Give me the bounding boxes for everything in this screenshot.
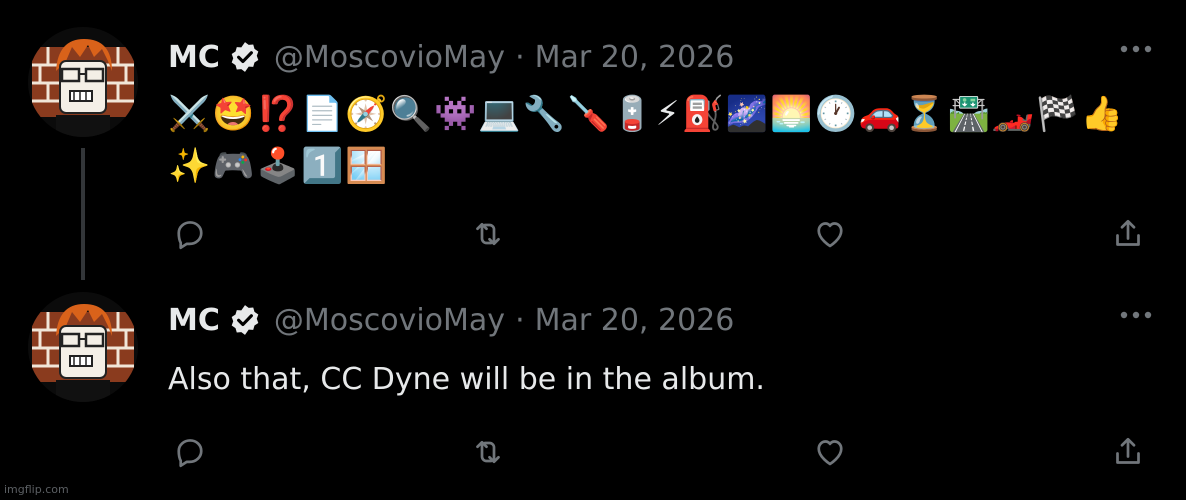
reply-button[interactable] (168, 430, 212, 474)
more-options-button[interactable] (1116, 34, 1156, 64)
display-name[interactable]: MC (168, 303, 220, 338)
tweet-date[interactable]: Mar 20, 2026 (535, 303, 735, 338)
tweet-header: MC @MoscovioMay · Mar 20, 2026 (168, 35, 734, 79)
tweet-actions (168, 212, 1158, 256)
retweet-button[interactable] (466, 212, 510, 256)
share-icon (1116, 437, 1140, 464)
retweet-icon (476, 222, 500, 246)
like-icon (817, 440, 843, 466)
avatar[interactable] (28, 292, 138, 402)
retweet-icon (476, 440, 500, 464)
watermark: imgflip.com (4, 483, 69, 496)
avatar[interactable] (28, 27, 138, 137)
tweet-text: ⚔️🤩⁉️📄🧭🔍👾💻🔧🪛🪫⚡⛽🌌🌅🕐🚗⏳🛣️🏎️🏁👍✨🎮🕹️1️⃣🪟 (168, 94, 1125, 186)
share-button[interactable] (1106, 430, 1150, 474)
verified-badge-icon (231, 42, 259, 72)
verified-badge-icon (231, 305, 259, 335)
like-button[interactable] (808, 212, 852, 256)
reply-icon (177, 439, 203, 468)
tweet[interactable]: MC @MoscovioMay · Mar 20, 2026 ⚔️🤩⁉️📄🧭🔍👾… (0, 0, 1186, 280)
separator-dot: · (515, 39, 525, 75)
thread-line (81, 148, 85, 280)
reply-icon (177, 221, 203, 250)
more-icon (1120, 311, 1152, 319)
like-icon (817, 222, 843, 248)
more-icon (1120, 45, 1152, 53)
like-button[interactable] (808, 430, 852, 474)
reply-button[interactable] (168, 212, 212, 256)
tweet[interactable]: MC @MoscovioMay · Mar 20, 2026 Also that… (0, 280, 1186, 500)
display-name[interactable]: MC (168, 40, 220, 75)
share-icon (1116, 219, 1140, 246)
more-options-button[interactable] (1116, 300, 1156, 330)
handle[interactable]: @MoscovioMay (274, 303, 505, 338)
tweet-header: MC @MoscovioMay · Mar 20, 2026 (168, 298, 734, 342)
separator-dot: · (515, 302, 525, 338)
tweet-date[interactable]: Mar 20, 2026 (535, 40, 735, 75)
retweet-button[interactable] (466, 430, 510, 474)
share-button[interactable] (1106, 212, 1150, 256)
handle[interactable]: @MoscovioMay (274, 40, 505, 75)
tweet-actions (168, 430, 1158, 474)
tweet-text: Also that, CC Dyne will be in the album. (168, 362, 765, 397)
